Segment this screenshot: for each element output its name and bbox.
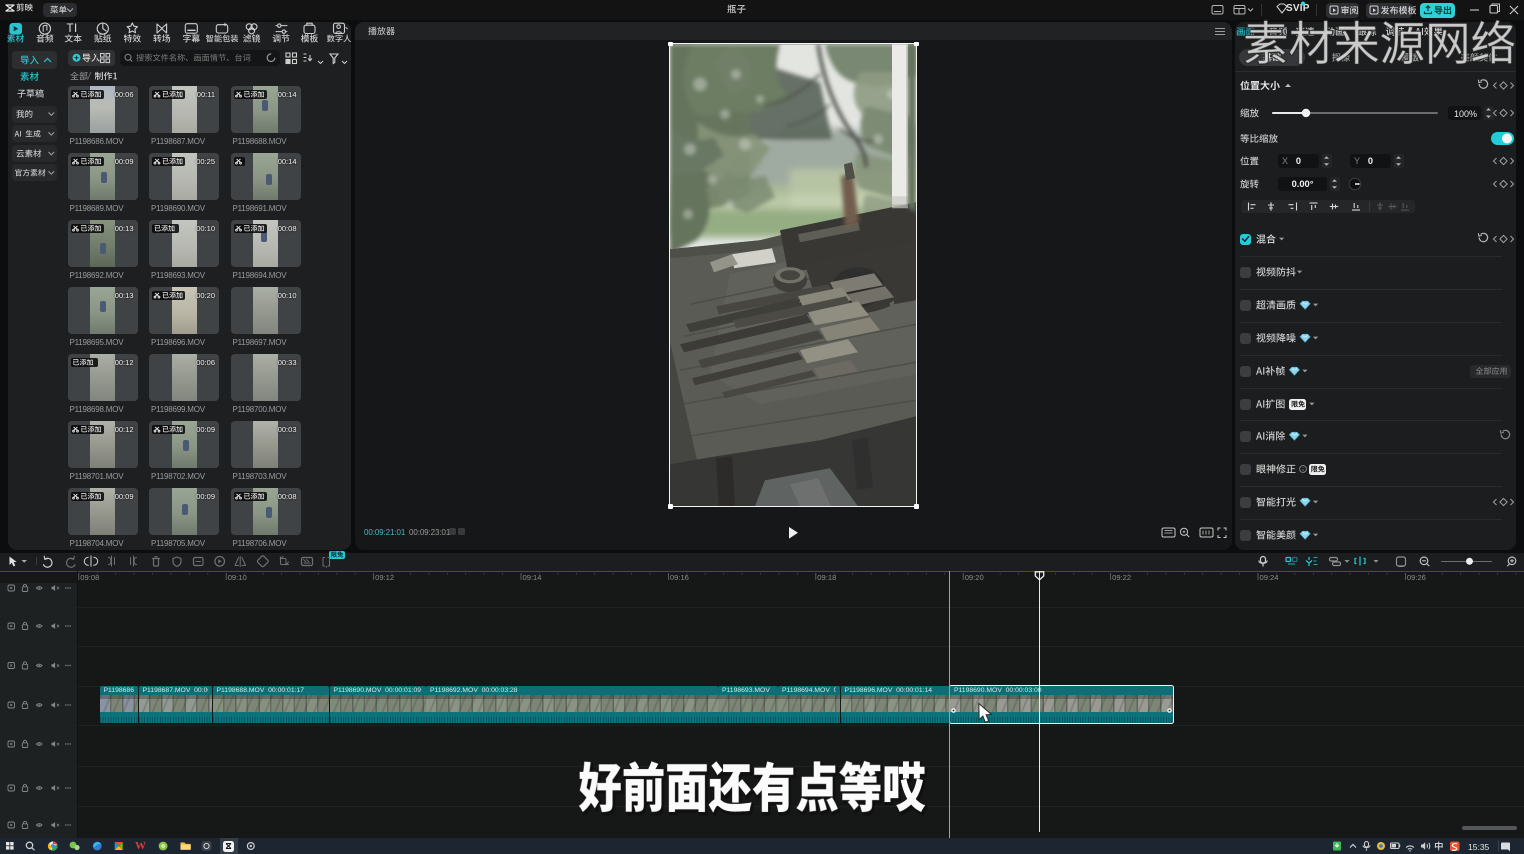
svg-text:09:16: 09:16 bbox=[670, 573, 689, 582]
svg-text:09:20: 09:20 bbox=[965, 573, 984, 582]
svg-text:09:12: 09:12 bbox=[375, 573, 394, 582]
svg-text:09:14: 09:14 bbox=[523, 573, 542, 582]
svg-text:09:22: 09:22 bbox=[1112, 573, 1131, 582]
svg-text:09:26: 09:26 bbox=[1407, 573, 1426, 582]
svg-text:09:10: 09:10 bbox=[228, 573, 247, 582]
svg-text:09:08: 09:08 bbox=[80, 573, 99, 582]
svg-text:09:24: 09:24 bbox=[1260, 573, 1279, 582]
svg-text:09:18: 09:18 bbox=[817, 573, 836, 582]
